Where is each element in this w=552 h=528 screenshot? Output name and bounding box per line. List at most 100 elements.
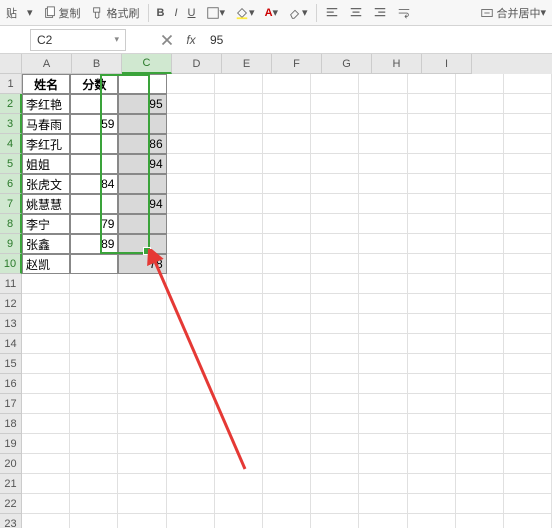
cell[interactable] (504, 334, 552, 354)
cell[interactable]: 李红孔 (22, 134, 70, 154)
cell[interactable] (263, 394, 311, 414)
row-header[interactable]: 13 (0, 314, 22, 334)
cell[interactable] (359, 94, 407, 114)
cell[interactable] (215, 74, 263, 94)
cell[interactable]: 分数 (70, 74, 118, 94)
cell[interactable] (311, 394, 359, 414)
cell[interactable] (311, 274, 359, 294)
cell[interactable] (118, 214, 166, 234)
cell[interactable] (263, 474, 311, 494)
cell[interactable] (263, 414, 311, 434)
name-box[interactable]: C2 ▾ (30, 29, 126, 51)
cell[interactable] (167, 474, 215, 494)
cell[interactable] (456, 134, 504, 154)
cell[interactable] (70, 494, 118, 514)
cell[interactable] (263, 334, 311, 354)
cell[interactable] (70, 94, 118, 114)
cell[interactable] (456, 394, 504, 414)
cell[interactable] (504, 494, 552, 514)
cell[interactable] (215, 314, 263, 334)
cell[interactable] (263, 94, 311, 114)
col-header-A[interactable]: A (22, 54, 72, 74)
row-header[interactable]: 5 (0, 154, 22, 174)
cell[interactable] (504, 114, 552, 134)
cell[interactable] (359, 354, 407, 374)
cell[interactable] (456, 154, 504, 174)
cell[interactable]: 张鑫 (22, 234, 70, 254)
col-header-H[interactable]: H (372, 54, 422, 74)
cell[interactable] (215, 254, 263, 274)
row-header[interactable]: 19 (0, 434, 22, 454)
cell[interactable] (263, 174, 311, 194)
cell[interactable] (408, 274, 456, 294)
cell[interactable] (70, 274, 118, 294)
cell[interactable] (167, 154, 215, 174)
cell[interactable] (263, 114, 311, 134)
cell[interactable] (70, 354, 118, 374)
fill-color-button[interactable]: ▾ (231, 2, 259, 24)
cell[interactable] (22, 454, 70, 474)
cell[interactable] (311, 494, 359, 514)
col-header-G[interactable]: G (322, 54, 372, 74)
cell[interactable] (456, 274, 504, 294)
cell[interactable] (22, 514, 70, 528)
cell[interactable] (70, 254, 118, 274)
cell[interactable]: 94 (118, 194, 166, 214)
cell[interactable] (22, 494, 70, 514)
cell[interactable] (215, 294, 263, 314)
cell[interactable] (167, 74, 215, 94)
cell[interactable] (70, 134, 118, 154)
cell[interactable] (167, 454, 215, 474)
align-right-button[interactable] (369, 2, 391, 24)
cell[interactable] (118, 514, 166, 528)
cell[interactable] (408, 234, 456, 254)
format-painter-button[interactable]: 格式刷 (87, 2, 144, 24)
cell[interactable] (215, 394, 263, 414)
cell[interactable] (311, 414, 359, 434)
cell[interactable] (408, 354, 456, 374)
row-header[interactable]: 3 (0, 114, 22, 134)
border-button[interactable]: ▾ (202, 2, 230, 24)
cell[interactable] (504, 514, 552, 528)
cell[interactable] (408, 134, 456, 154)
cell[interactable] (408, 94, 456, 114)
cell[interactable] (359, 194, 407, 214)
cell[interactable] (263, 194, 311, 214)
cell[interactable] (359, 414, 407, 434)
cell[interactable] (22, 434, 70, 454)
cell[interactable] (504, 174, 552, 194)
cell[interactable] (359, 294, 407, 314)
cell[interactable] (408, 454, 456, 474)
cell[interactable] (456, 214, 504, 234)
cell[interactable] (456, 74, 504, 94)
cell[interactable] (22, 394, 70, 414)
cell[interactable] (263, 294, 311, 314)
cell[interactable] (215, 514, 263, 528)
col-header-C[interactable]: C (122, 54, 172, 74)
cell[interactable] (167, 434, 215, 454)
row-header[interactable]: 9 (0, 234, 22, 254)
row-header[interactable]: 12 (0, 294, 22, 314)
copy-button[interactable]: 复制 (39, 2, 85, 24)
cell[interactable] (311, 74, 359, 94)
row-header[interactable]: 2 (0, 94, 22, 114)
cell[interactable] (456, 114, 504, 134)
cell[interactable] (263, 434, 311, 454)
cell[interactable] (22, 374, 70, 394)
cell[interactable] (215, 494, 263, 514)
row-header[interactable]: 6 (0, 174, 22, 194)
cell[interactable] (215, 334, 263, 354)
cell[interactable] (215, 474, 263, 494)
cell[interactable] (311, 114, 359, 134)
row-header[interactable]: 14 (0, 334, 22, 354)
cell[interactable] (70, 374, 118, 394)
cell[interactable] (263, 74, 311, 94)
cell[interactable] (167, 354, 215, 374)
row-header[interactable]: 1 (0, 74, 22, 94)
row-header[interactable]: 22 (0, 494, 22, 514)
row-header[interactable]: 15 (0, 354, 22, 374)
row-header[interactable]: 10 (0, 254, 22, 274)
cell[interactable] (408, 514, 456, 528)
cell[interactable] (215, 454, 263, 474)
cell[interactable] (311, 474, 359, 494)
